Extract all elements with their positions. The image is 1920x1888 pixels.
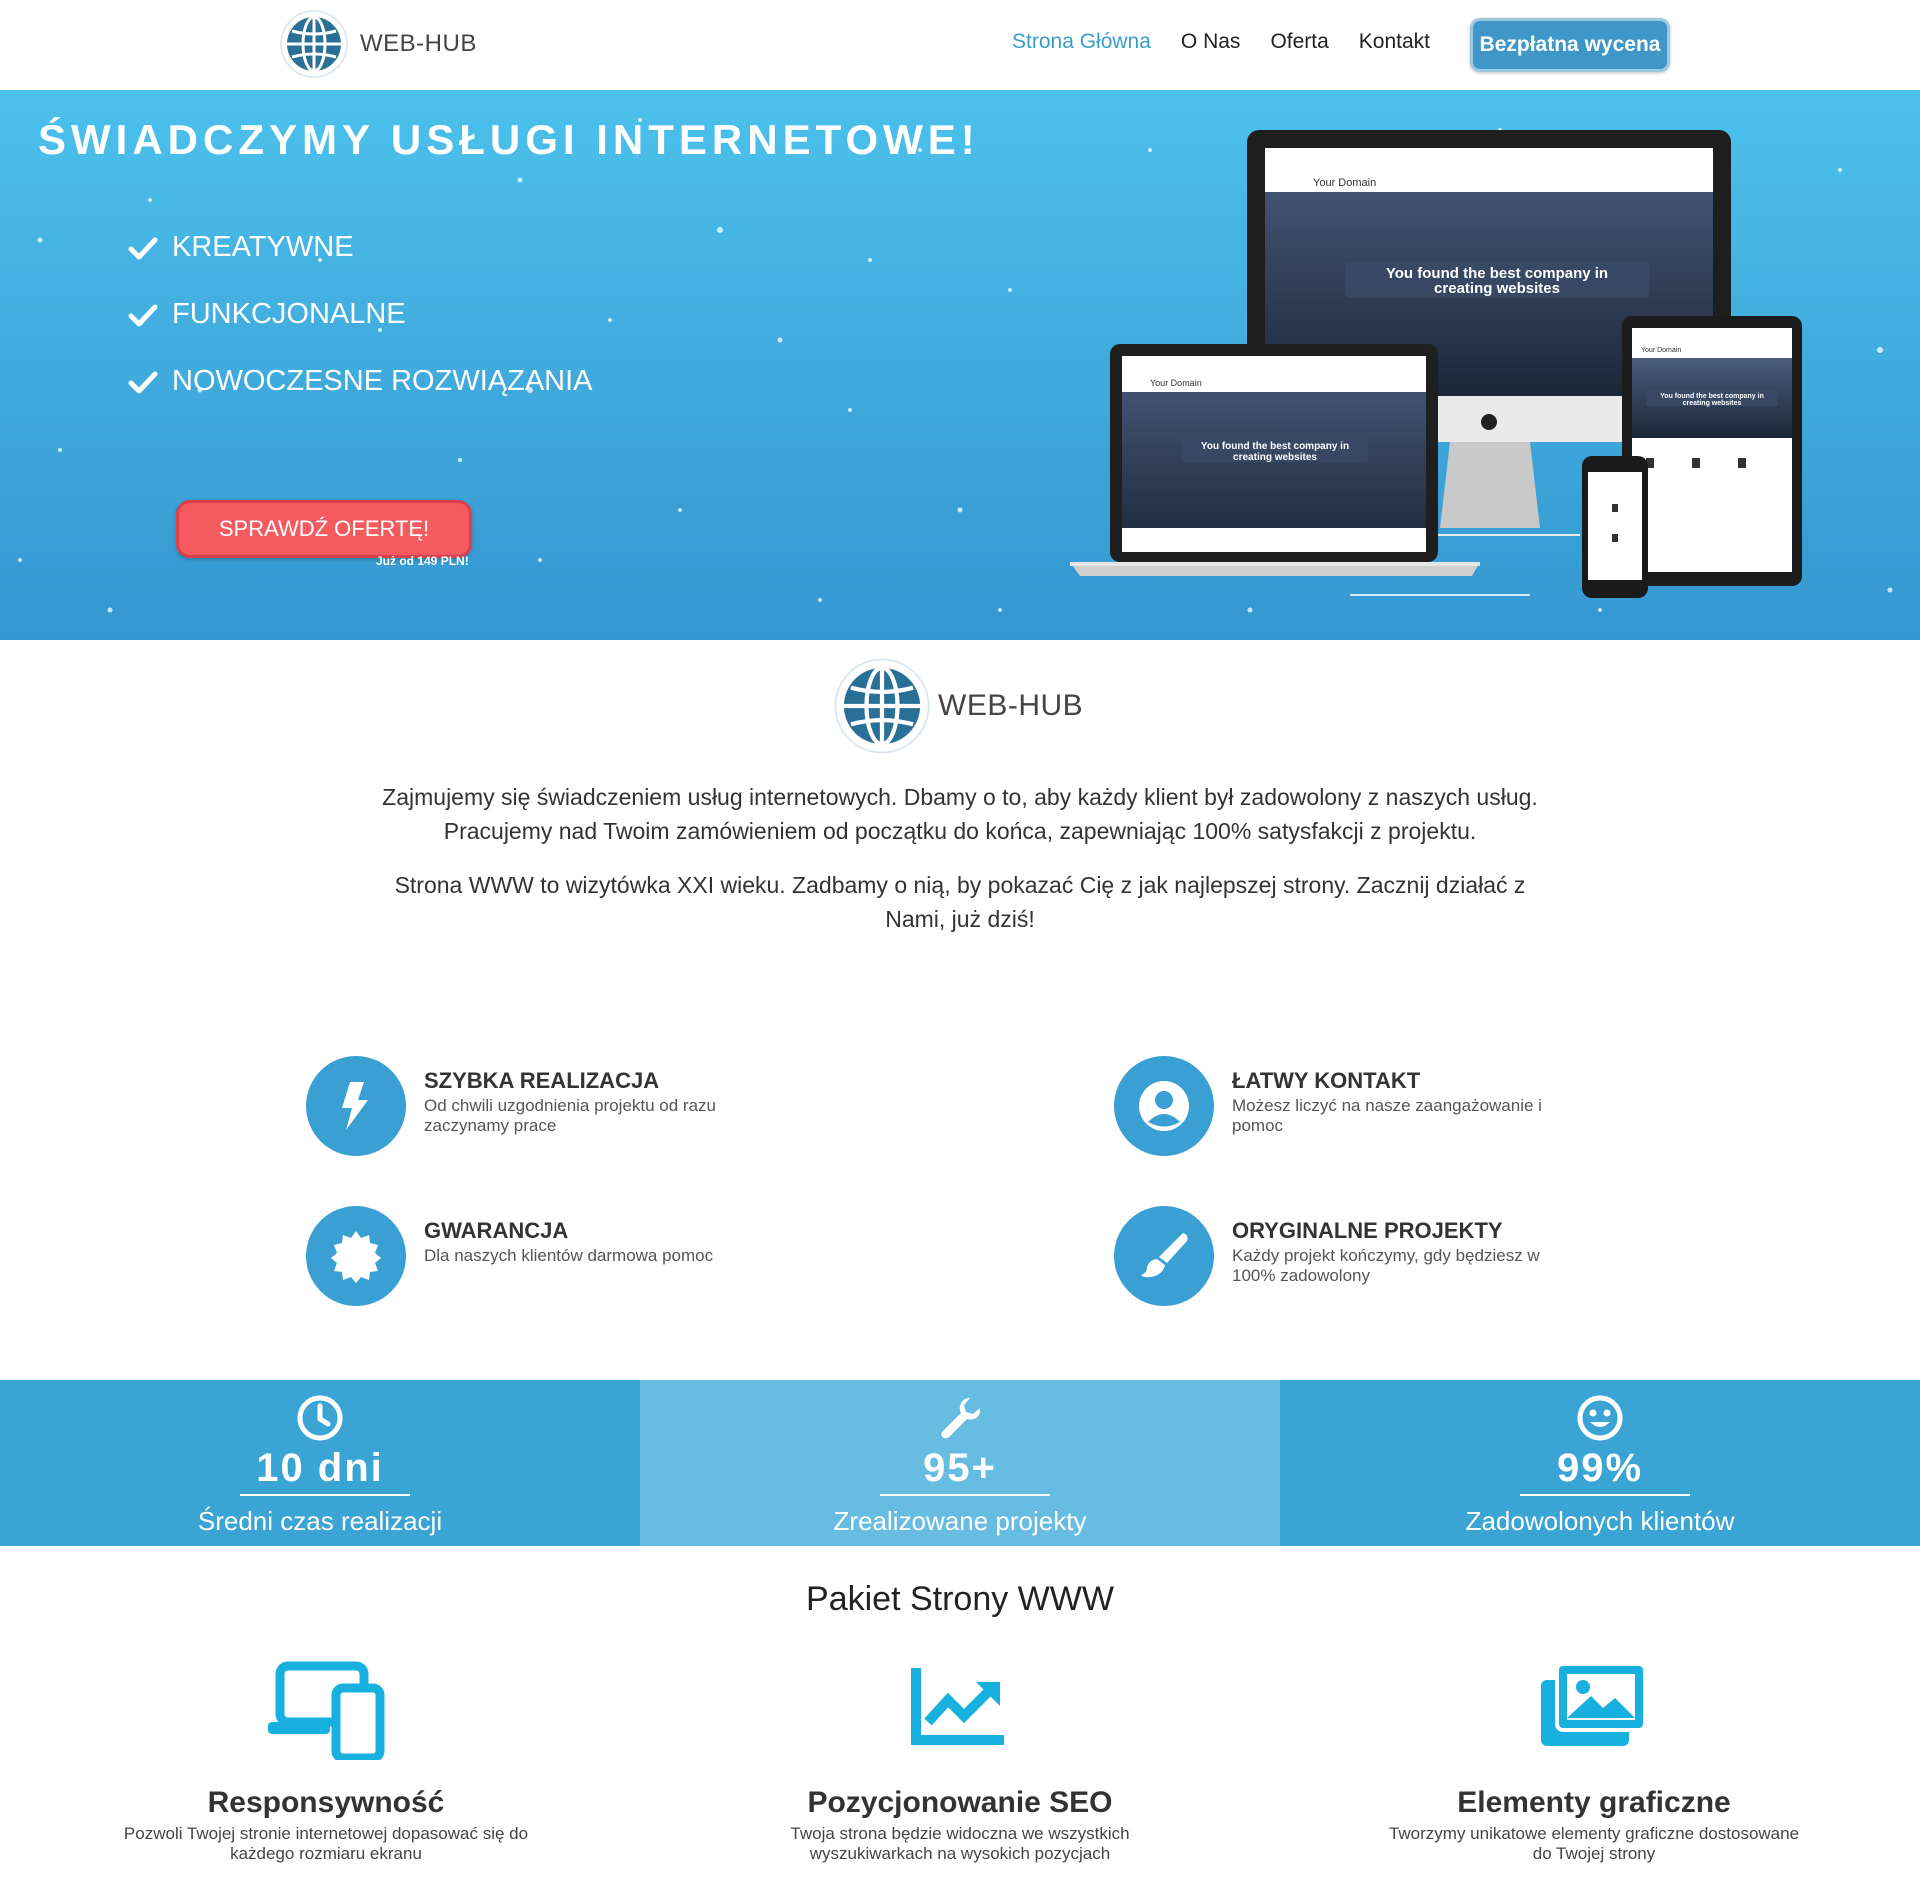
- stat-value: 10 dni: [256, 1446, 384, 1490]
- smile-icon: [1577, 1395, 1623, 1441]
- hero-item-functional: FUNKCJONALNE: [128, 281, 593, 348]
- stat-projects: 95+ Zrealizowane projekty: [640, 1380, 1280, 1546]
- brand-logo[interactable]: WEB-HUB: [280, 10, 477, 78]
- stat-value: 95+: [923, 1446, 997, 1490]
- devices-mockup-image: Your Domain You found the best company i…: [1070, 130, 1802, 598]
- nav-link-offer[interactable]: Oferta: [1270, 30, 1328, 54]
- hero-section: ŚWIADCZYMY USŁUGI INTERNETOWE! KREATYWNE…: [0, 90, 1920, 640]
- package-item-title: Elementy graficzne: [1457, 1786, 1731, 1819]
- nav-link-home[interactable]: Strona Główna: [1012, 30, 1151, 54]
- feature-desc: Każdy projekt kończymy, gdy będziesz w 1…: [1232, 1246, 1540, 1285]
- stat-divider: [1520, 1494, 1690, 1496]
- package-item-desc: Tworzymy unikatowe elementy graficzne do…: [1388, 1824, 1800, 1863]
- nav-menu: Strona Główna O Nas Oferta Kontakt: [1012, 30, 1460, 54]
- hero-item-label: NOWOCZESNE ROZWIĄZANIA: [172, 365, 593, 397]
- package-item-graphics: Elementy graficzne Tworzymy unikatowe el…: [1384, 1660, 1804, 1864]
- feature-title: ORYGINALNE PROJEKTY: [1232, 1218, 1503, 1243]
- mockup-domain-text: Your Domain: [1150, 378, 1202, 388]
- package-item-responsive: Responsywność Pozwoli Twojej stronie int…: [116, 1660, 536, 1864]
- stats-bar: 10 dni Średni czas realizacji 95+ Zreali…: [0, 1380, 1920, 1546]
- nav-link-about[interactable]: O Nas: [1181, 30, 1241, 54]
- stat-avg-time: 10 dni Średni czas realizacji: [0, 1380, 640, 1546]
- about-paragraph: Strona WWW to wizytówka XXI wieku. Zadba…: [394, 872, 1526, 932]
- feature-desc: Od chwili uzgodnienia projektu od razu z…: [424, 1096, 717, 1135]
- clock-icon: [297, 1395, 343, 1441]
- price-note: Już od 149 PLN!: [376, 554, 469, 568]
- stat-divider: [240, 1494, 410, 1496]
- package-item-title: Pozycjonowanie SEO: [807, 1786, 1113, 1819]
- feature-desc: Możesz liczyć na nasze zaangażowanie i p…: [1232, 1096, 1542, 1135]
- stat-value: 99%: [1556, 1446, 1644, 1490]
- images-icon: [1541, 1662, 1647, 1746]
- stat-satisfaction: 99% Zadowolonych klientów: [1280, 1380, 1920, 1546]
- package-item-desc: Twoja strona będzie widoczna we wszystki…: [790, 1824, 1130, 1863]
- feature-guarantee: GWARANCJA Dla naszych klientów darmowa p…: [306, 1206, 764, 1306]
- feature-fast-realization: SZYBKA REALIZACJA Od chwili uzgodnienia …: [306, 1056, 764, 1156]
- about-text: Zajmujemy się świadczeniem usług interne…: [380, 780, 1540, 956]
- about-paragraph: Zajmujemy się świadczeniem usług interne…: [382, 784, 1538, 844]
- hero-item-creative: KREATYWNE: [128, 214, 593, 281]
- hero-item-label: KREATYWNE: [172, 231, 354, 263]
- mockup-domain-text: Your Domain: [1313, 177, 1376, 189]
- stat-label: Zadowolonych klientów: [1465, 1506, 1735, 1536]
- globe-icon: [834, 658, 930, 754]
- chart-up-icon: [911, 1668, 1004, 1745]
- package-item-desc: Pozwoli Twojej stronie internetowej dopa…: [123, 1824, 529, 1863]
- bolt-icon: [306, 1056, 406, 1156]
- about-logo: WEB-HUB: [834, 658, 1083, 754]
- check-icon: [128, 304, 158, 326]
- mockup-headline: creating websites: [1434, 280, 1560, 297]
- nav-link-contact[interactable]: Kontakt: [1359, 30, 1430, 54]
- feature-easy-contact: ŁATWY KONTAKT Możesz liczyć na nasze zaa…: [1114, 1056, 1572, 1156]
- stat-divider: [880, 1494, 1050, 1496]
- feature-title: ŁATWY KONTAKT: [1232, 1068, 1421, 1093]
- brand-name: WEB-HUB: [360, 30, 477, 57]
- mockup-headline: You found the best company in: [1660, 393, 1764, 400]
- hero-item-label: FUNKCJONALNE: [172, 298, 406, 330]
- check-icon: [128, 371, 158, 393]
- hero-title: ŚWIADCZYMY USŁUGI INTERNETOWE!: [38, 116, 980, 163]
- wrench-icon: [941, 1398, 981, 1439]
- navbar: WEB-HUB Strona Główna O Nas Oferta Konta…: [0, 0, 1920, 90]
- badge-icon: [306, 1206, 406, 1306]
- hero-item-modern: NOWOCZESNE ROZWIĄZANIA: [128, 348, 593, 415]
- free-quote-button[interactable]: Bezpłatna wycena: [1470, 18, 1670, 72]
- stat-label: Zrealizowane projekty: [833, 1506, 1087, 1536]
- mockup-headline: creating websites: [1233, 452, 1317, 463]
- stat-label: Średni czas realizacji: [197, 1506, 443, 1536]
- user-circle-icon: [1114, 1056, 1214, 1156]
- mockup-headline: creating websites: [1683, 400, 1742, 407]
- feature-title: GWARANCJA: [424, 1218, 569, 1243]
- package-item-seo: Pozycjonowanie SEO Twoja strona będzie w…: [750, 1660, 1170, 1864]
- about-brand-name: WEB-HUB: [938, 689, 1084, 722]
- feature-desc: Dla naszych klientów darmowa pomoc: [424, 1246, 714, 1265]
- devices-icon: [268, 1661, 385, 1760]
- package-title: Pakiet Strony WWW: [806, 1580, 1114, 1618]
- feature-title: SZYBKA REALIZACJA: [424, 1068, 660, 1093]
- hero-feature-list: KREATYWNE FUNKCJONALNE NOWOCZESNE ROZWIĄ…: [128, 214, 593, 415]
- globe-icon: [280, 10, 348, 78]
- check-offer-button[interactable]: SPRAWDŹ OFERTĘ!: [176, 500, 472, 558]
- feature-original-projects: ORYGINALNE PROJEKTY Każdy projekt kończy…: [1114, 1206, 1572, 1306]
- check-icon: [128, 237, 158, 259]
- mockup-domain-text: Your Domain: [1641, 347, 1681, 354]
- mockup-headline: You found the best company in: [1201, 441, 1349, 452]
- package-item-title: Responsywność: [207, 1786, 445, 1819]
- brush-icon: [1114, 1206, 1214, 1306]
